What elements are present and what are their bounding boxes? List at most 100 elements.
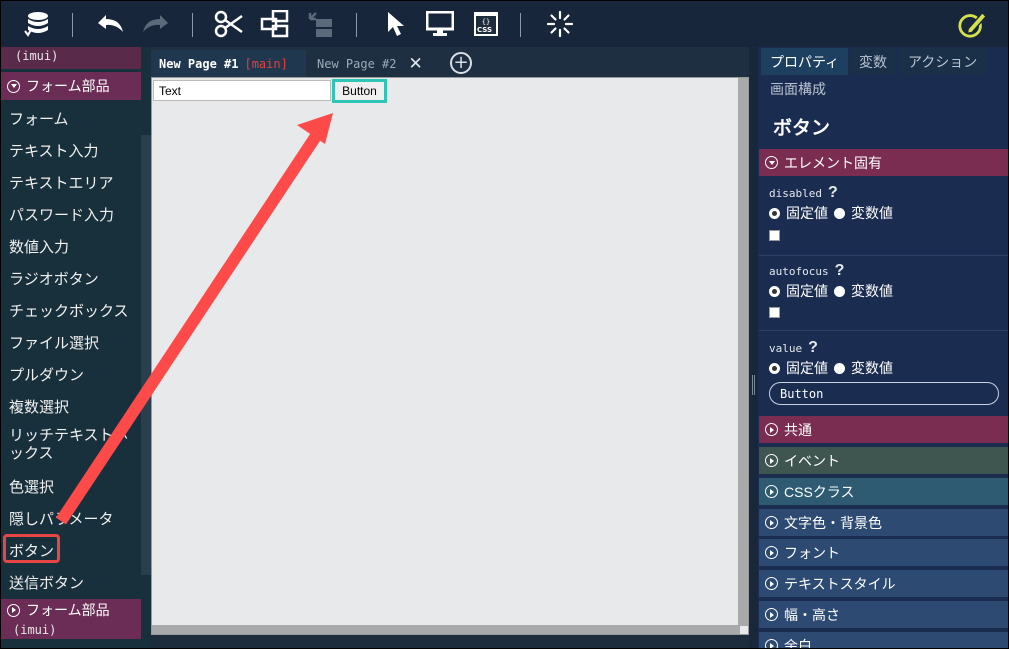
disabled-checkbox[interactable]	[769, 230, 780, 241]
radio-variable-label: 変数値	[851, 205, 893, 221]
category-label: フォーム部品	[26, 602, 110, 618]
sidebar-item-radio[interactable]: ラジオボタン	[1, 262, 141, 294]
section-label: 幅・高さ	[784, 606, 840, 623]
canvas-horizontal-scrollbar[interactable]	[152, 625, 740, 634]
radio-fixed[interactable]	[769, 207, 780, 219]
section-events[interactable]: イベント	[759, 447, 1008, 474]
canvas-text-field[interactable]: Text	[153, 80, 331, 101]
sidebar-category-top[interactable]: (imui)	[1, 47, 141, 69]
section-colors[interactable]: 文字色・背景色	[759, 509, 1008, 536]
section-element-specific[interactable]: エレメント固有	[759, 149, 1008, 176]
sidebar-item-password[interactable]: パスワード入力	[1, 198, 141, 230]
redo-icon[interactable]	[140, 9, 170, 39]
prop-disabled-mode: 固定値 変数値	[769, 203, 893, 223]
radio-fixed[interactable]	[769, 285, 780, 297]
tab-label: New Page #1	[159, 56, 239, 71]
tab-properties[interactable]: プロパティ	[761, 48, 849, 75]
chevron-right-icon	[765, 546, 778, 559]
category-sub-label: (imui)	[15, 49, 59, 63]
sidebar-item-checkbox[interactable]: チェックボックス	[1, 294, 141, 326]
add-tab-icon[interactable]: +	[450, 52, 472, 74]
css-icon[interactable]: {} CSS	[471, 9, 501, 39]
loading-icon[interactable]	[545, 9, 575, 39]
section-label: 余白	[784, 637, 812, 649]
section-common[interactable]: 共通	[759, 416, 1008, 443]
sidebar-item-hidden-param[interactable]: 隠しパラメータ	[1, 502, 141, 534]
autofocus-checkbox[interactable]	[769, 307, 780, 318]
sidebar-item-submit[interactable]: 送信ボタン	[1, 566, 141, 598]
tab-actions[interactable]: アクション	[899, 48, 987, 75]
sidebar-item-form[interactable]: フォーム	[1, 102, 141, 134]
sidebar-item-textarea[interactable]: テキストエリア	[1, 166, 141, 198]
section-margin[interactable]: 余白	[759, 632, 1008, 649]
sidebar-item-text-input[interactable]: テキスト入力	[1, 134, 141, 166]
chevron-right-icon	[765, 516, 778, 529]
toolbar-separator	[356, 13, 357, 37]
monitor-icon[interactable]	[425, 9, 455, 39]
toolbar-separator	[72, 13, 73, 37]
radio-variable[interactable]	[834, 285, 845, 297]
section-css-class[interactable]: CSSクラス	[759, 478, 1008, 505]
database-icon[interactable]	[23, 9, 53, 39]
radio-variable[interactable]	[834, 362, 845, 374]
sidebar-category-form-parts[interactable]: フォーム部品	[1, 72, 141, 100]
sidebar-item-multi-select[interactable]: 複数選択	[1, 390, 141, 422]
toolbar-separator	[192, 13, 193, 37]
panel-splitter[interactable]	[749, 47, 758, 648]
help-icon[interactable]: ?	[828, 184, 838, 201]
sidebar-item-color[interactable]: 色選択	[1, 470, 141, 502]
sidebar-category-imui[interactable]: フォーム部品 (imui)	[1, 599, 141, 639]
toolbar: {} CSS	[1, 1, 1008, 47]
tab-screen-structure[interactable]: 画面構成	[761, 75, 835, 102]
section-text-style[interactable]: テキストスタイル	[759, 570, 1008, 597]
prop-autofocus-label: autofocus?	[769, 262, 844, 280]
tab-page-2[interactable]: New Page #2 ✕	[309, 50, 439, 77]
section-label: フォント	[784, 544, 840, 561]
divider	[759, 255, 1008, 256]
chevron-right-icon	[7, 603, 20, 617]
radio-fixed[interactable]	[769, 362, 780, 374]
section-size[interactable]: 幅・高さ	[759, 601, 1008, 628]
radio-variable[interactable]	[834, 207, 845, 219]
sidebar-item-richtext[interactable]: リッチテキストボックス	[1, 425, 141, 465]
category-label: フォーム部品	[26, 78, 110, 94]
sidebar-item-file[interactable]: ファイル選択	[1, 326, 141, 358]
chevron-right-icon	[765, 608, 778, 621]
prop-name: autofocus	[769, 265, 829, 278]
prop-disabled-label: disabled?	[769, 184, 838, 202]
section-label: イベント	[784, 452, 840, 469]
page-tabs: New Page #1 [main] New Page #2 ✕ +	[151, 47, 749, 77]
prop-name: value	[769, 342, 803, 355]
canvas-button[interactable]: Button	[332, 79, 387, 103]
close-icon[interactable]: ✕	[408, 54, 422, 74]
design-canvas[interactable]: Text Button	[151, 77, 749, 635]
help-icon[interactable]: ?	[808, 339, 818, 356]
property-panel: プロパティ 変数 アクション 画面構成 ボタン エレメント固有 disabled…	[758, 47, 1008, 649]
section-label: テキストスタイル	[784, 575, 896, 592]
prop-autofocus-mode: 固定値 変数値	[769, 281, 893, 301]
divider	[759, 330, 1008, 331]
scissors-icon[interactable]	[214, 9, 244, 39]
css-label: CSS	[477, 26, 493, 34]
svg-text:{}: {}	[482, 18, 490, 26]
undo-icon[interactable]	[96, 9, 126, 39]
hierarchy-icon[interactable]	[260, 9, 290, 39]
chevron-right-icon	[765, 485, 778, 498]
edit-icon[interactable]	[957, 9, 987, 39]
tab-page-1[interactable]: New Page #1 [main]	[151, 50, 306, 77]
chevron-right-icon	[765, 454, 778, 467]
tab-variables[interactable]: 変数	[850, 48, 896, 75]
move-down-icon[interactable]	[306, 9, 336, 39]
cursor-icon[interactable]	[381, 9, 411, 39]
sidebar-scrollbar[interactable]	[141, 135, 151, 575]
sidebar-item-number[interactable]: 数値入力	[1, 230, 141, 262]
help-icon[interactable]: ?	[835, 262, 845, 279]
canvas-vertical-scrollbar[interactable]	[738, 78, 748, 626]
sidebar-item-pulldown[interactable]: プルダウン	[1, 358, 141, 390]
prop-name: disabled	[769, 187, 822, 200]
highlight-box	[3, 534, 60, 563]
value-input[interactable]: Button	[769, 382, 999, 405]
section-font[interactable]: フォント	[759, 539, 1008, 566]
radio-variable-label: 変数値	[851, 283, 893, 299]
radio-fixed-label: 固定値	[786, 283, 828, 299]
